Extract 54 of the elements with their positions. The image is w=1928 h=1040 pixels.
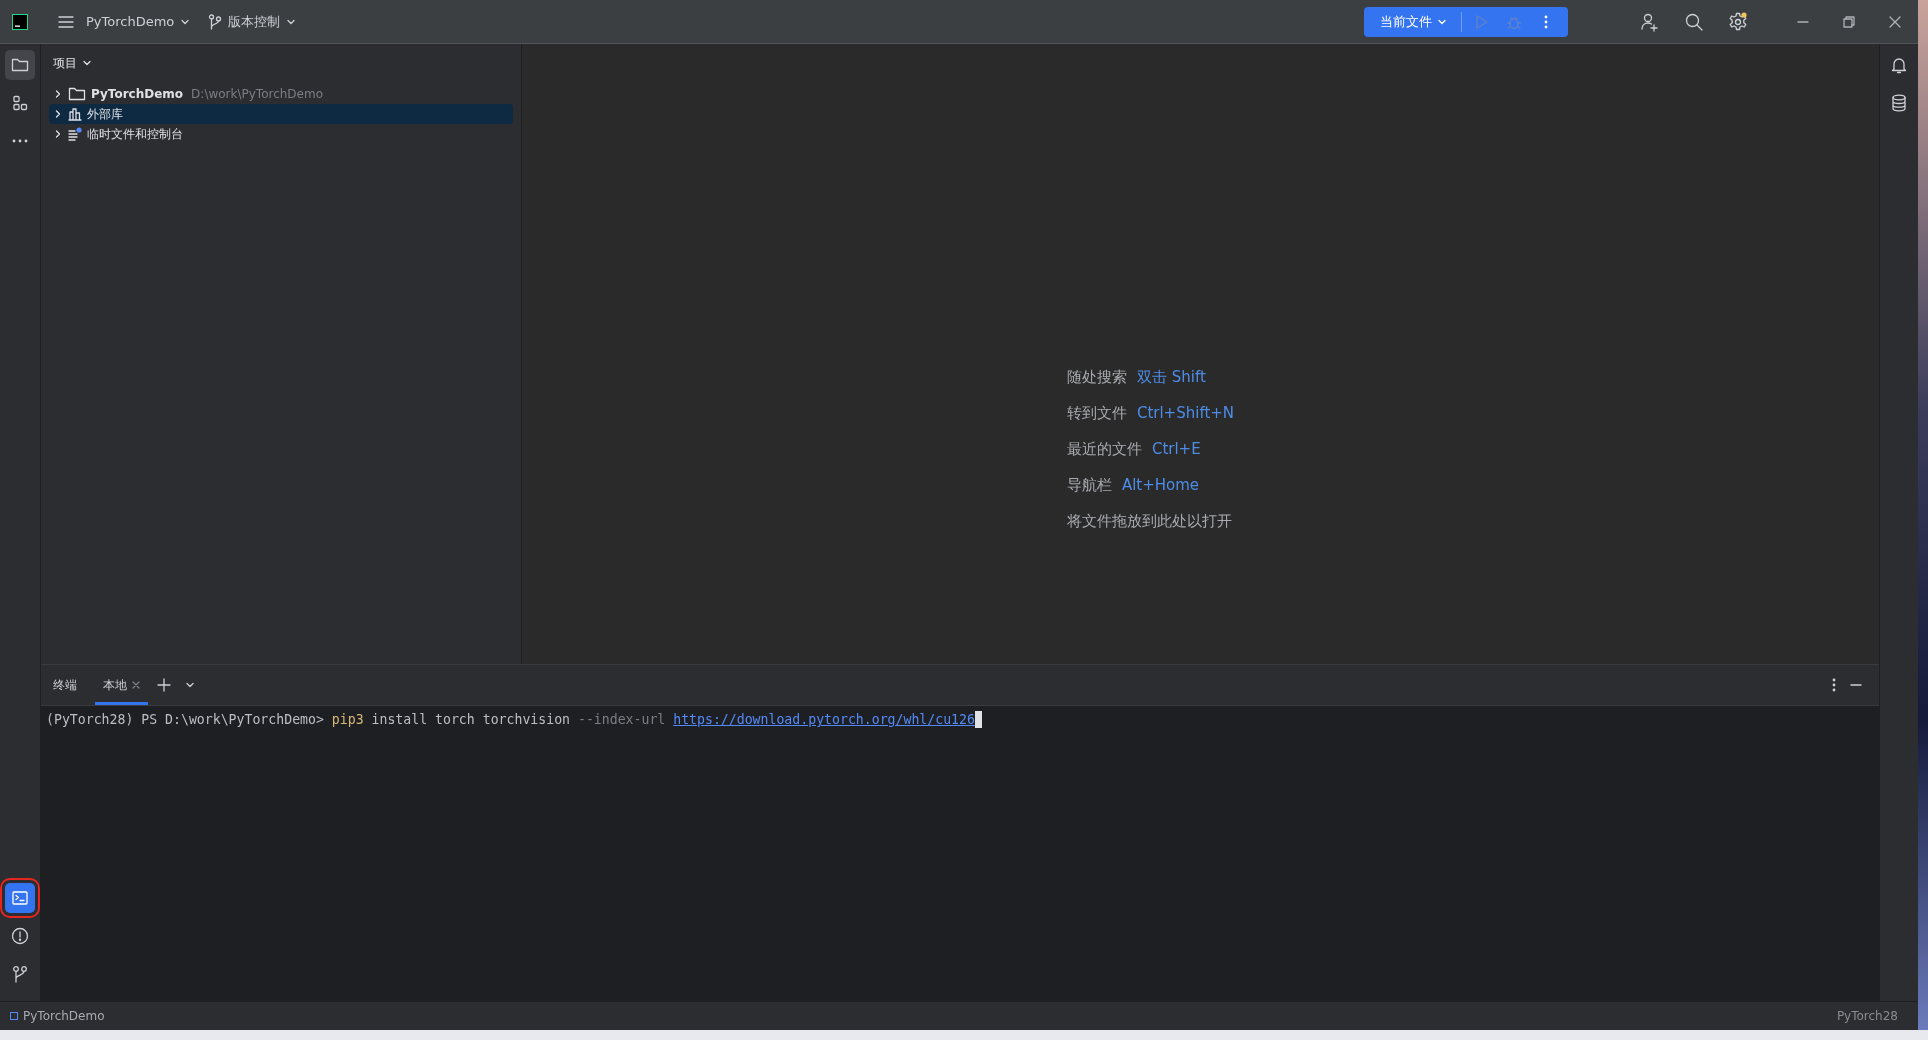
scratch-file-icon [68,127,82,141]
tree-item[interactable]: 外部库 [49,104,513,124]
hint-text: 转到文件 [1066,403,1127,423]
project-square-icon [10,1012,18,1020]
settings-icon [1728,11,1748,32]
shortcut-text: Alt+Home [1121,475,1200,495]
chevron-down-icon [185,680,195,690]
plus-icon [157,678,171,692]
close-tab-icon[interactable] [132,681,140,689]
tree-item[interactable]: PyTorchDemo D:\work\PyTorchDemo [49,84,513,104]
shortcut-text: Ctrl+E [1151,439,1201,459]
tree-item-label: PyTorchDemo [91,87,184,101]
hint-text: 随处搜索 [1066,367,1127,387]
more-vertical-icon [1544,14,1548,29]
database-icon [1891,94,1907,112]
folder-icon [11,57,29,73]
tree-item-label: 临时文件和控制台 [87,125,183,143]
project-path: D:\work\PyTorchDemo [191,87,323,101]
tree-item[interactable]: 临时文件和控制台 [49,124,513,144]
vcs-dropdown[interactable]: 版本控制 [202,7,303,36]
folder-tool-button[interactable] [5,50,35,80]
bell-icon [1891,56,1907,74]
hint-text: 导航栏 [1066,475,1112,495]
terminal-tab[interactable]: 本地 [95,665,148,705]
hint-text: 最近的文件 [1066,439,1142,459]
shortcut-text: Ctrl+Shift+N [1136,403,1235,423]
shortcut-text: 双击 Shift [1136,367,1206,387]
terminal-command-line: (PyTorch28) PS D:\work\PyTorchDemo> pip3 install torch torchvision --index-url https://download.pytorch.org/whl/cu126 [41,706,1879,733]
structure-icon [12,95,28,111]
warning-circle-icon [11,927,29,945]
chevron-down-icon [82,58,92,68]
run-configuration-dropdown[interactable]: 当前文件 [1370,7,1457,36]
library-icon [68,107,82,121]
close-icon [1889,15,1901,28]
tree-item-label: 外部库 [87,105,123,123]
search-icon [1685,12,1703,31]
text-cursor [974,711,982,728]
app-logo-icon [12,13,28,30]
menu-icon [58,14,74,29]
hint-text: 将文件拖放到此处以打开 [1066,511,1232,531]
play-icon [1475,13,1489,30]
terminal-icon [12,891,28,905]
project-dropdown[interactable]: PyTorchDemo [80,7,197,36]
folder-icon [68,86,86,102]
branch-icon [12,965,28,983]
add-user-icon [1640,11,1660,32]
branch-icon [208,13,223,30]
more-icon [12,139,28,143]
terminal-title: 终端 [53,676,77,694]
project-view-dropdown[interactable]: 项目 [49,50,96,76]
interpreter-status[interactable]: PyTorch28 [1836,1009,1898,1023]
status-project[interactable]: PyTorchDemo [10,1009,105,1023]
more-vertical-icon [1832,678,1836,692]
restore-icon [1843,15,1855,28]
